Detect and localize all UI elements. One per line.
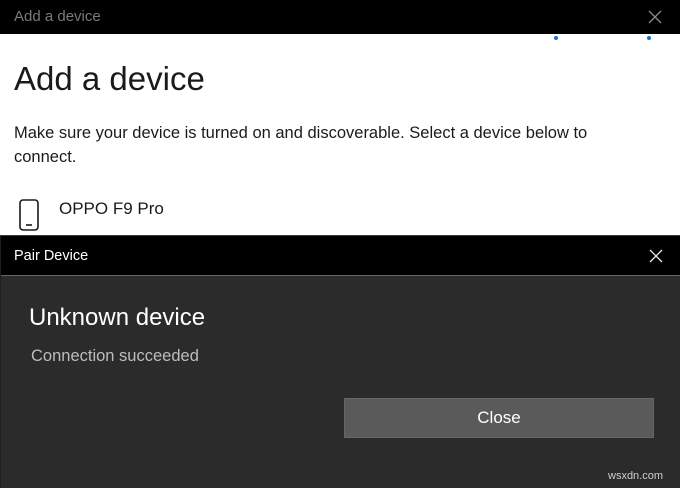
device-heading: Unknown device [29, 304, 206, 331]
close-button[interactable]: Close [344, 398, 654, 438]
connection-status: Connection succeeded [31, 347, 199, 365]
close-icon[interactable] [641, 241, 671, 271]
pair-device-dialog: Pair Device Unknown device Connection su… [0, 235, 680, 488]
watermark: wsxdn.com [608, 470, 664, 482]
add-device-window-title: Add a device [14, 8, 101, 25]
progress-dot [554, 36, 558, 40]
pair-device-titlebar: Pair Device [1, 236, 680, 276]
close-icon[interactable] [640, 2, 670, 32]
device-list-item[interactable]: OPPO F9 Pro [12, 190, 412, 234]
pair-device-title: Pair Device [14, 248, 89, 264]
device-name: OPPO F9 Pro [59, 199, 164, 218]
phone-icon [18, 198, 40, 232]
progress-dot [647, 36, 651, 40]
add-device-heading: Add a device [14, 60, 205, 97]
add-device-description: Make sure your device is turned on and d… [14, 124, 588, 166]
add-device-titlebar: Add a device [0, 0, 680, 34]
